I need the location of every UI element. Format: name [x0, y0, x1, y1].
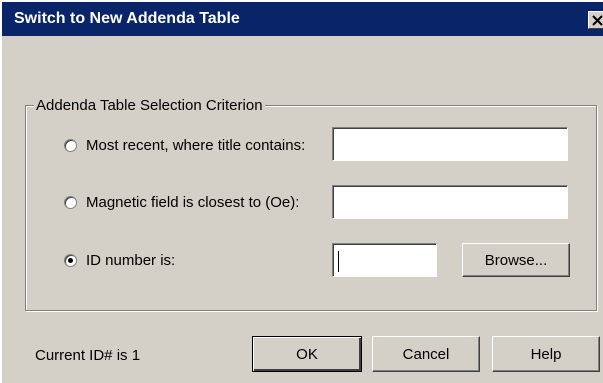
close-button[interactable] [588, 11, 603, 29]
title-contains-field[interactable] [332, 127, 568, 161]
close-icon [592, 15, 603, 26]
browse-button[interactable]: Browse... [462, 243, 570, 277]
magnetic-field-field[interactable] [332, 185, 568, 219]
cancel-button[interactable]: Cancel [372, 336, 480, 372]
title-contains-input[interactable] [335, 130, 565, 158]
option-most-recent[interactable]: Most recent, where title contains: [64, 136, 305, 154]
option-id-number[interactable]: ID number is: [64, 251, 175, 269]
magnetic-field-input[interactable] [335, 188, 565, 216]
ok-button[interactable]: OK [252, 336, 362, 372]
group-legend: Addenda Table Selection Criterion [34, 97, 265, 114]
title-bar[interactable]: Switch to New Addenda Table [2, 2, 603, 36]
radio-id-number[interactable] [64, 253, 77, 267]
option-magnetic-field-label: Magnetic field is closest to (Oe): [86, 193, 300, 211]
dialog-window: Switch to New Addenda Table Addenda Tabl… [0, 0, 603, 383]
option-id-number-label: ID number is: [86, 251, 176, 269]
radio-magnetic-field[interactable] [64, 195, 77, 209]
option-most-recent-label: Most recent, where title contains: [86, 136, 306, 154]
text-caret [338, 251, 339, 272]
dialog-title: Switch to New Addenda Table [14, 10, 240, 27]
radio-most-recent[interactable] [64, 138, 77, 152]
id-number-field[interactable] [332, 243, 437, 277]
id-number-input[interactable] [335, 246, 434, 274]
current-id-text: Current ID# is 1 [35, 347, 141, 364]
help-button[interactable]: Help [492, 336, 600, 372]
option-magnetic-field[interactable]: Magnetic field is closest to (Oe): [64, 193, 299, 211]
